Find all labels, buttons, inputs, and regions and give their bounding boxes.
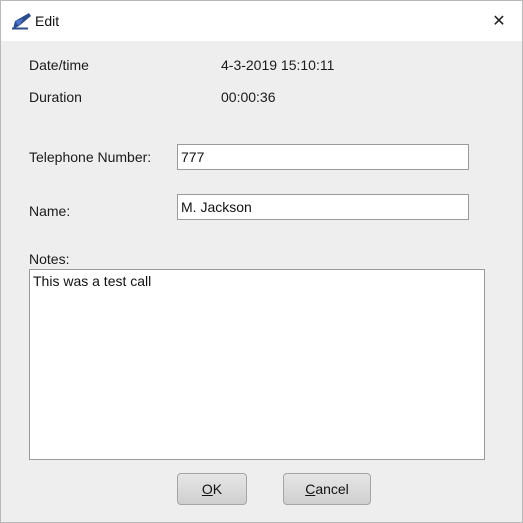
- telephone-label: Telephone Number:: [29, 149, 152, 165]
- ok-label-rest: K: [212, 481, 223, 497]
- ok-mnemonic: O: [201, 481, 213, 497]
- close-button[interactable]: ✕: [476, 1, 522, 41]
- window-title: Edit: [35, 13, 60, 29]
- datetime-label: Date/time: [29, 57, 89, 73]
- telephone-number-input[interactable]: [177, 144, 469, 170]
- duration-value: 00:00:36: [221, 89, 276, 105]
- notes-label: Notes:: [29, 251, 70, 267]
- edit-dialog: Edit ✕ Date/time 4-3-2019 15:10:11 Durat…: [0, 0, 523, 523]
- close-icon: ✕: [492, 13, 506, 30]
- dialog-content: Date/time 4-3-2019 15:10:11 Duration 00:…: [1, 41, 522, 522]
- duration-label: Duration: [29, 89, 82, 105]
- datetime-value: 4-3-2019 15:10:11: [221, 57, 335, 73]
- feather-pen-icon: [11, 12, 33, 30]
- cancel-button[interactable]: Cancel: [283, 473, 371, 505]
- cancel-mnemonic: C: [305, 481, 316, 497]
- cancel-label-rest: ancel: [315, 481, 349, 497]
- name-input[interactable]: [177, 194, 469, 220]
- notes-textarea[interactable]: This was a test call: [29, 269, 485, 460]
- title-bar[interactable]: Edit ✕: [1, 1, 522, 41]
- name-label: Name:: [29, 203, 71, 219]
- ok-button[interactable]: OK: [177, 473, 247, 505]
